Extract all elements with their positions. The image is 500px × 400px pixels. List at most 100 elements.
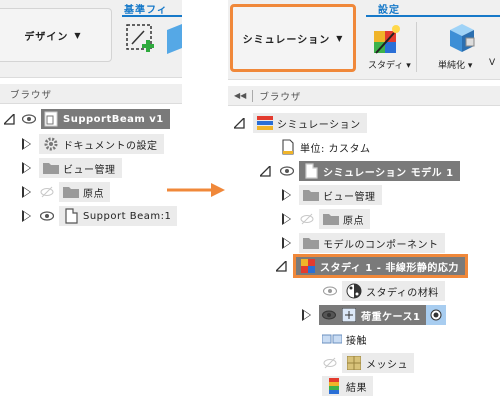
row-label-box: Support Beam:1: [59, 206, 178, 226]
chevron-down-icon: ▼: [74, 30, 82, 40]
component-icon: [63, 208, 79, 224]
eye-icon[interactable]: [322, 283, 338, 299]
tab-construct[interactable]: 基準フィ: [124, 1, 168, 16]
expand-closed-icon[interactable]: [22, 186, 31, 198]
activate-radio[interactable]: [426, 305, 447, 325]
row-label-box: シミュレーション: [253, 113, 367, 133]
tab-underline: [366, 15, 500, 17]
expand-closed-icon[interactable]: [22, 138, 31, 150]
workspace-label: シミュレーション: [242, 34, 331, 46]
tree-root-row[interactable]: SupportBeam v1: [0, 109, 170, 129]
load-case-icon: [341, 307, 357, 323]
row-label: 接触: [346, 335, 367, 347]
tree-row-study[interactable]: スタディ 1 - 非線形静的応力: [276, 254, 468, 278]
radio-selected-icon: [430, 309, 442, 321]
simplify-tool-label[interactable]: 単純化 ▾: [438, 58, 472, 71]
tree-row-mesh[interactable]: メッシュ: [322, 353, 414, 373]
eye-icon[interactable]: [21, 111, 37, 127]
folder-icon: [63, 184, 79, 200]
expand-open-icon[interactable]: [260, 165, 271, 177]
tree-row-model-components[interactable]: モデルのコンポーネント: [282, 233, 445, 253]
eye-icon[interactable]: [39, 208, 55, 224]
eye-hidden-icon[interactable]: [39, 184, 55, 200]
row-label-box: ビュー管理: [299, 185, 382, 205]
row-label: 原点: [83, 188, 104, 200]
units-document-icon: [280, 139, 296, 155]
expand-closed-icon[interactable]: [282, 237, 291, 249]
row-label: モデルのコンポーネント: [323, 239, 439, 251]
row-label: 原点: [343, 215, 364, 227]
eye-icon[interactable]: [279, 163, 295, 179]
tree-row-load-case[interactable]: 荷重ケース1: [302, 305, 447, 325]
row-label: スタディの材料: [366, 287, 439, 299]
row-label: シミュレーション: [277, 119, 361, 131]
row-label-box[interactable]: シミュレーション モデル 1: [299, 161, 460, 181]
offset-plane-tool[interactable]: [124, 22, 158, 59]
tab-setup[interactable]: 設定: [378, 1, 400, 16]
row-label-box[interactable]: スタディ 1 - 非線形静的応力: [296, 257, 465, 275]
study-highlight-frame: スタディ 1 - 非線形静的応力: [293, 254, 468, 278]
row-label-box: ビュー管理: [39, 158, 122, 178]
row-label: ドキュメントの設定: [63, 140, 158, 152]
row-label: 荷重ケース1: [361, 311, 421, 323]
contacts-icon: [322, 331, 342, 347]
expand-closed-icon[interactable]: [282, 213, 291, 225]
folder-icon: [303, 187, 319, 203]
header-divider: [252, 89, 254, 102]
document-icon: [43, 111, 59, 127]
eye-hidden-icon[interactable]: [322, 355, 338, 371]
expand-closed-icon[interactable]: [22, 210, 31, 222]
more-tool-label[interactable]: V: [489, 58, 495, 68]
browser-title: ブラウザ: [10, 89, 53, 101]
row-label: スタディ 1 - 非線形静的応力: [320, 262, 459, 274]
row-label-box: メッシュ: [342, 353, 414, 373]
row-label: 単位: カスタム: [300, 143, 371, 155]
expand-closed-icon[interactable]: [282, 189, 291, 201]
browser-title: ブラウザ: [259, 91, 302, 103]
expand-open-icon[interactable]: [4, 113, 15, 125]
workspace-switcher-design[interactable]: デザイン ▼: [0, 8, 112, 62]
tool-label-text: 単純化: [438, 61, 466, 71]
simulation-workspace-panel: シミュレーション ▼ 設定 スタディ ▾ 単純化 ▾ V ◀◀ ブラウザ シミュ…: [228, 0, 500, 400]
tree-row-results[interactable]: 結果: [322, 376, 373, 396]
expand-closed-icon[interactable]: [302, 309, 311, 321]
root-label-box[interactable]: SupportBeam v1: [41, 109, 170, 129]
study-tool-label[interactable]: スタディ ▾: [368, 58, 411, 71]
expand-open-icon[interactable]: [234, 117, 245, 129]
row-label: ビュー管理: [63, 164, 116, 176]
row-label: シミュレーション モデル 1: [323, 167, 454, 179]
row-label-box: 結果: [322, 376, 373, 396]
row-label: Support Beam:1: [83, 210, 172, 222]
design-workspace-panel: デザイン ▼ 基準フィ ブラウザ SupportBeam v1 ドキュメントの設…: [0, 0, 182, 232]
tree-row-origin[interactable]: 原点: [282, 209, 370, 229]
tree-row-component[interactable]: Support Beam:1: [22, 206, 178, 226]
tree-row-named-views[interactable]: ビュー管理: [282, 185, 382, 205]
row-label-box[interactable]: 荷重ケース1: [319, 305, 427, 325]
tree-row-study-materials[interactable]: スタディの材料: [322, 281, 445, 301]
offset-plane-icon: [126, 24, 154, 52]
collapse-browser-icon[interactable]: ◀◀: [234, 91, 246, 100]
tree-row-named-views[interactable]: ビュー管理: [22, 158, 122, 178]
expand-open-icon[interactable]: [276, 260, 287, 272]
tab-underline: [122, 15, 182, 17]
plane-tool[interactable]: [167, 24, 182, 57]
folder-icon: [43, 160, 59, 176]
folder-icon: [303, 235, 319, 251]
workspace-switcher-simulation[interactable]: シミュレーション ▼: [230, 4, 356, 72]
tree-row-units[interactable]: 単位: カスタム: [280, 137, 371, 157]
simplify-tool[interactable]: [446, 22, 476, 57]
eye-hidden-icon[interactable]: [299, 211, 315, 227]
tree-row-contacts[interactable]: 接触: [322, 329, 367, 349]
toolbar-divider: [416, 22, 417, 72]
tree-row-origin[interactable]: 原点: [22, 182, 110, 202]
study-tool[interactable]: [368, 23, 402, 58]
study-wizard-icon: [374, 25, 400, 54]
root-label: SupportBeam v1: [63, 113, 164, 125]
browser-header: ブラウザ: [0, 84, 182, 104]
tree-root-row[interactable]: シミュレーション: [228, 113, 367, 133]
tree-row-document-settings[interactable]: ドキュメントの設定: [22, 134, 164, 154]
eye-icon[interactable]: [321, 307, 337, 323]
tree-row-simulation-model[interactable]: シミュレーション モデル 1: [260, 161, 460, 181]
material-icon: [346, 283, 362, 299]
expand-closed-icon[interactable]: [22, 162, 31, 174]
